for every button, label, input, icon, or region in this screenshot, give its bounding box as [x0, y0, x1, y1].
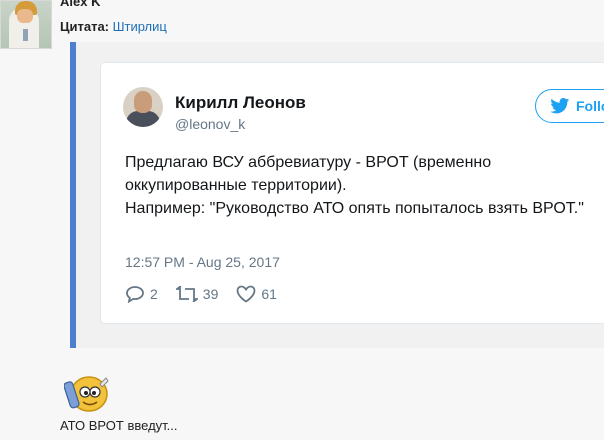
- quote-label: Цитата:: [60, 19, 110, 34]
- follow-label: Follow: [576, 98, 604, 114]
- quote-source-link[interactable]: Штирлиц: [113, 19, 167, 34]
- tweet-text: Предлагаю ВСУ аббревиатуру - ВРОТ (време…: [125, 151, 595, 220]
- embedded-tweet[interactable]: Кирилл Леонов @leonov_k Follow Предлагаю…: [100, 62, 604, 324]
- tweet-timestamp[interactable]: 12:57 PM - Aug 25, 2017: [125, 254, 280, 270]
- like-count: 61: [261, 286, 277, 302]
- retweet-icon: [175, 286, 198, 302]
- tweet-author-avatar[interactable]: [123, 87, 163, 127]
- reply-action[interactable]: 2: [125, 285, 158, 303]
- tweet-text-line-1: Предлагаю ВСУ аббревиатуру - ВРОТ (време…: [125, 154, 492, 194]
- tweet-author-name[interactable]: Кирилл Леонов: [175, 93, 306, 113]
- tweet-author-handle[interactable]: @leonov_k: [175, 116, 245, 132]
- user-avatar-icon[interactable]: [0, 0, 52, 49]
- retweet-count: 39: [202, 286, 219, 302]
- retweet-action[interactable]: 39: [175, 286, 219, 302]
- forum-post: Alex K Цитата: Штирлиц Кирилл Леонов @le…: [0, 0, 604, 440]
- reply-icon: [126, 286, 144, 303]
- twitter-bird-icon: [550, 98, 570, 114]
- quote-attribution: Цитата: Штирлиц: [60, 19, 167, 34]
- like-action[interactable]: 61: [236, 285, 277, 303]
- smiley-icon: [64, 376, 109, 412]
- tweet-actions: 2 39 61: [125, 285, 295, 303]
- post-body-text: АТО ВРОТ введут...: [60, 418, 178, 433]
- follow-button[interactable]: Follow: [535, 89, 604, 123]
- tweet-text-line-2: Например: "Руководство АТО опять попытал…: [125, 200, 584, 217]
- post-author[interactable]: Alex K: [60, 0, 100, 9]
- like-icon: [236, 285, 256, 303]
- reply-count: 2: [150, 286, 158, 302]
